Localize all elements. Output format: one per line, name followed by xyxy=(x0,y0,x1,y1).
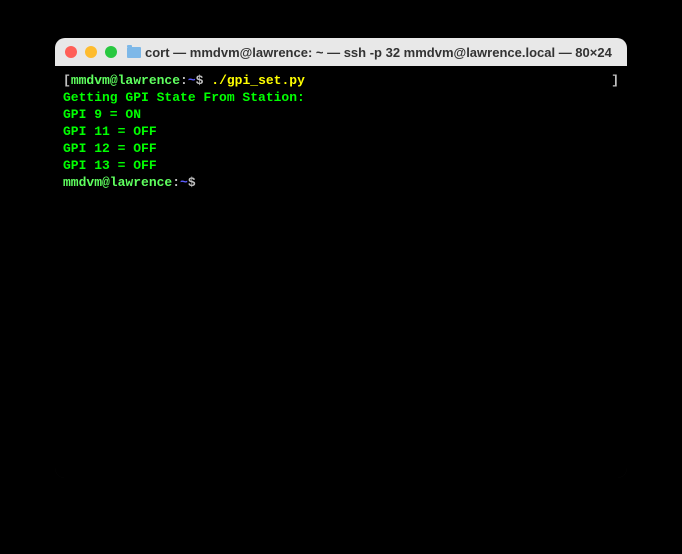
prompt-line-1: [mmdvm@lawrence:~$ ./gpi_set.py xyxy=(63,72,619,89)
output-line-5: GPI 13 = OFF xyxy=(63,157,619,174)
output-line-1: Getting GPI State From Station: xyxy=(63,89,619,106)
window-title: cort — mmdvm@lawrence: ~ — ssh -p 32 mmd… xyxy=(145,45,612,60)
prompt-path: ~ xyxy=(188,73,196,88)
traffic-lights xyxy=(65,46,117,58)
prompt-dollar-2: $ xyxy=(188,175,204,190)
prompt-user: mmdvm@lawrence xyxy=(71,73,180,88)
terminal-window: cort — mmdvm@lawrence: ~ — ssh -p 32 mmd… xyxy=(55,38,627,478)
close-button[interactable] xyxy=(65,46,77,58)
prompt-colon: : xyxy=(180,73,188,88)
prompt-line-2: mmdvm@lawrence:~$ xyxy=(63,174,619,191)
output-line-3: GPI 11 = OFF xyxy=(63,123,619,140)
folder-icon xyxy=(127,45,141,59)
output-line-4: GPI 12 = OFF xyxy=(63,140,619,157)
terminal-body[interactable]: ] [mmdvm@lawrence:~$ ./gpi_set.py Gettin… xyxy=(55,66,627,478)
prompt-dollar: $ xyxy=(196,73,212,88)
command-text: ./gpi_set.py xyxy=(211,73,305,88)
prompt-colon-2: : xyxy=(172,175,180,190)
bracket-right: ] xyxy=(611,72,619,89)
output-line-2: GPI 9 = ON xyxy=(63,106,619,123)
bracket-left: [ xyxy=(63,73,71,88)
maximize-button[interactable] xyxy=(105,46,117,58)
title-bar[interactable]: cort — mmdvm@lawrence: ~ — ssh -p 32 mmd… xyxy=(55,38,627,66)
minimize-button[interactable] xyxy=(85,46,97,58)
prompt-user-2: mmdvm@lawrence xyxy=(63,175,172,190)
prompt-path-2: ~ xyxy=(180,175,188,190)
